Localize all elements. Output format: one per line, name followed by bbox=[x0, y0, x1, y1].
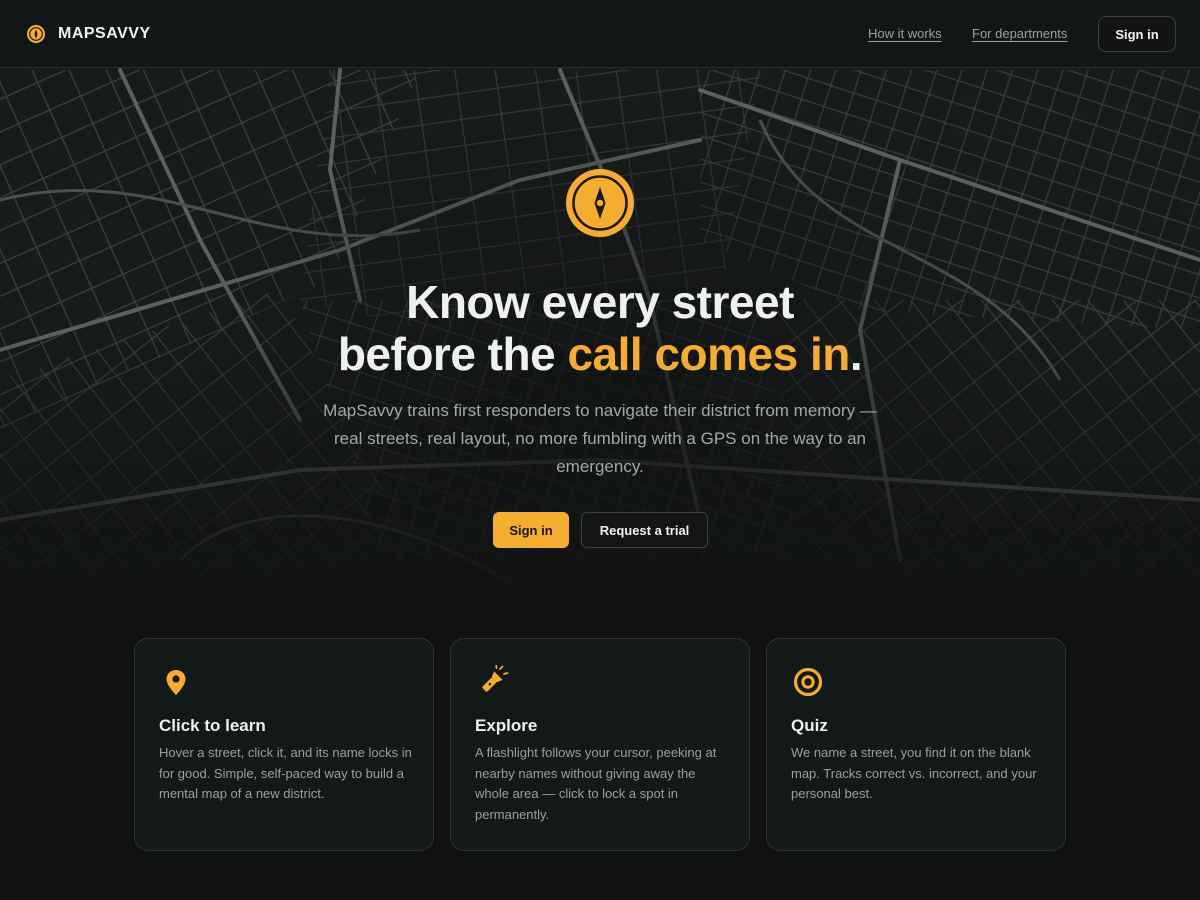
hero-headline: Know every street before the call comes … bbox=[0, 276, 1200, 380]
headline-line-1: Know every street bbox=[406, 276, 794, 328]
feature-card-click-to-learn: Click to learn Hover a street, click it,… bbox=[134, 638, 434, 851]
hero-sign-in-button[interactable]: Sign in bbox=[493, 512, 569, 548]
nav-how-it-works[interactable]: How it works bbox=[868, 26, 942, 41]
hero-subtitle: MapSavvy trains first responders to navi… bbox=[323, 401, 877, 476]
feature-description: A flashlight follows your cursor, peekin… bbox=[475, 745, 717, 822]
headline-line-2-prefix: before the bbox=[337, 328, 568, 380]
feature-title: Quiz bbox=[791, 716, 828, 735]
top-nav-bar: MAPSAVVY How it works For departments Si… bbox=[0, 0, 1200, 68]
flashlight-icon bbox=[482, 665, 509, 692]
nav-for-departments[interactable]: For departments bbox=[972, 26, 1067, 41]
map-pin-icon bbox=[166, 670, 186, 695]
target-icon bbox=[793, 667, 823, 697]
feature-description: We name a street, you find it on the bla… bbox=[791, 745, 1037, 802]
request-trial-button[interactable]: Request a trial bbox=[581, 512, 708, 548]
compass-icon bbox=[566, 169, 634, 237]
feature-title: Click to learn bbox=[159, 716, 266, 735]
headline-accent: call comes in bbox=[567, 328, 850, 380]
header-sign-in-button[interactable]: Sign in bbox=[1098, 16, 1176, 52]
feature-title: Explore bbox=[475, 716, 538, 735]
compass-icon bbox=[27, 25, 45, 43]
headline-suffix: . bbox=[849, 328, 863, 380]
brand-name: MAPSAVVY bbox=[58, 25, 151, 42]
feature-description: Hover a street, click it, and its name l… bbox=[159, 745, 412, 802]
feature-card-quiz: Quiz We name a street, you find it on th… bbox=[766, 638, 1066, 851]
brand[interactable]: MAPSAVVY bbox=[26, 23, 151, 45]
feature-card-explore: Explore A flashlight follows your cursor… bbox=[450, 638, 750, 851]
